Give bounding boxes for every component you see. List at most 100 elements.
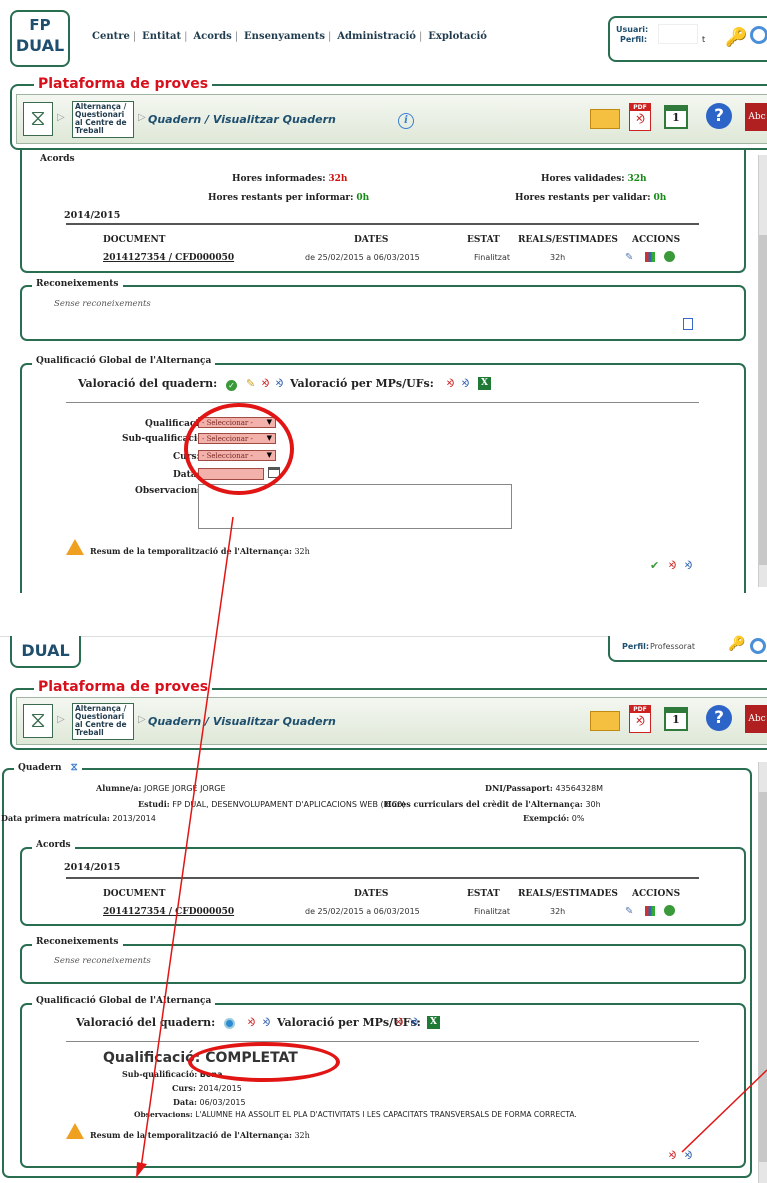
pdf-blue-icon[interactable]: ⨵	[684, 1148, 692, 1163]
fp-dual-logo[interactable]: FP DUAL	[10, 10, 70, 67]
key-icon[interactable]: 🔑	[725, 27, 747, 48]
top-menu: Centre | Entitat | Acords | Ensenyaments | A…	[92, 31, 487, 42]
menu-acords[interactable]: Acords	[193, 31, 231, 42]
curs-value: 2014/2015	[198, 1084, 242, 1093]
validate-check-icon[interactable]: ✔	[650, 559, 659, 572]
qualificacio-legend: Qualificació Global de l'Alternança	[32, 996, 216, 1006]
qualificacio-label: Qualificació:	[103, 1050, 201, 1066]
chevron-right-icon: ▷	[57, 714, 65, 725]
pdf-small-icon[interactable]: ⨵	[261, 376, 269, 391]
hores-validades-label: Hores validades:	[541, 174, 625, 184]
hours-remaining-inform: Hores restants per informar: 0h	[208, 193, 369, 203]
check-circle-icon[interactable]: ✓	[226, 380, 237, 391]
pdf-small-icon[interactable]: ⨵	[395, 1015, 403, 1030]
key-icon[interactable]: 🔑	[728, 636, 745, 652]
divider	[66, 402, 699, 403]
info-icon[interactable]: i	[398, 113, 414, 129]
document-link[interactable]: 2014127354 / CFD000050	[103, 907, 234, 917]
books-icon[interactable]	[645, 252, 655, 262]
col-accions: ACCIONS	[632, 889, 681, 899]
alumne-row: Alumne/a: JORGE JORGE JORGE	[96, 783, 226, 793]
curs-row: Curs: 2014/2015	[172, 1083, 242, 1093]
pdf-small-icon[interactable]: ⨵	[668, 558, 676, 573]
observacions-label: Observacions:	[134, 1110, 193, 1119]
col-estat: ESTAT	[467, 235, 500, 245]
hourglass-icon[interactable]: ⧖	[23, 704, 53, 738]
pencil-icon[interactable]: ✎	[246, 377, 255, 390]
pdf-small-icon[interactable]: ⨵	[247, 1015, 255, 1030]
pdf-blue-icon[interactable]: ⨵	[275, 376, 283, 391]
pdf-small-icon[interactable]: ⨵	[668, 1148, 676, 1163]
spellcheck-icon[interactable]: Abc	[745, 103, 767, 131]
data-matricula-row: Data primera matrícula: 2013/2014	[1, 813, 156, 823]
menu-ensenyaments[interactable]: Ensenyaments	[244, 31, 325, 42]
breadcrumb-box[interactable]: Alternança / Questionari al Centre de Tr…	[72, 703, 134, 740]
alumne-label: Alumne/a:	[96, 783, 142, 793]
perfil-label: Perfil:	[622, 642, 650, 651]
new-document-icon[interactable]	[683, 318, 693, 330]
spellcheck-icon[interactable]: Abc	[745, 705, 767, 733]
usuari-label: Usuari:	[616, 25, 649, 34]
scrollbar[interactable]	[758, 155, 767, 587]
power-icon[interactable]	[750, 26, 767, 44]
menu-entitat[interactable]: Entitat	[142, 31, 181, 42]
pdf-icon[interactable]: PDF ⨵	[629, 103, 651, 131]
reconeixements-legend: Reconeixements	[32, 279, 123, 289]
user-box: Usuari: Perfil: t 🔑	[608, 16, 767, 62]
resum-temporalitzacio: Resum de la temporalització de l'Alterna…	[90, 546, 310, 556]
fp-dual-logo[interactable]: DUAL	[10, 636, 81, 668]
sense-reconeixements: Sense reconeixements	[54, 299, 151, 309]
year-label: 2014/2015	[64, 862, 121, 873]
pdf-blue-icon[interactable]: ⨵	[410, 1015, 418, 1030]
divider	[66, 223, 699, 225]
page-title: Quadern / Visualitzar Quadern	[148, 113, 336, 126]
calendar-icon[interactable]: 1	[664, 707, 688, 731]
hourglass-small-icon[interactable]: ⧖	[71, 762, 78, 773]
platform-title: Plataforma de proves	[34, 679, 213, 695]
valoracio-mps-label: Valoració per MPs/UFs:	[290, 377, 434, 390]
warning-icon	[66, 539, 84, 555]
power-icon[interactable]	[750, 638, 766, 654]
chevron-right-icon: ▷	[138, 714, 146, 725]
menu-explotacio[interactable]: Explotació	[428, 31, 487, 42]
help-icon[interactable]: ?	[706, 103, 732, 129]
excel-icon[interactable]: X	[478, 377, 491, 390]
calendar-icon[interactable]: 1	[664, 105, 688, 129]
hores-validades-value: 32h	[627, 174, 647, 184]
mail-icon[interactable]	[590, 711, 620, 731]
document-link[interactable]: 2014127354 / CFD000050	[103, 253, 234, 263]
reconeixements-section	[20, 285, 746, 341]
menu-administracio[interactable]: Administració	[337, 31, 416, 42]
pdf-small-icon[interactable]: ⨵	[446, 376, 454, 391]
pdf-blue-icon[interactable]: ⨵	[461, 376, 469, 391]
toolbar: ⧖ ▷ Alternança / Questionari al Centre d…	[16, 697, 767, 745]
pdf-blue-icon[interactable]: ⨵	[262, 1015, 270, 1030]
scrollbar[interactable]	[758, 762, 767, 1183]
books-icon[interactable]	[645, 906, 655, 916]
edit-icon[interactable]: ✎	[625, 252, 633, 263]
hourglass-icon[interactable]: ⧖	[23, 102, 53, 136]
col-dates: DATES	[354, 235, 389, 245]
help-icon[interactable]: ?	[706, 705, 732, 731]
valoracio-quadern: Valoració del quadern:	[78, 377, 217, 390]
chevron-right-icon: ▷	[138, 112, 146, 123]
toolbar: ⧖ ▷ Alternança / Questionari al Centre d…	[16, 94, 767, 144]
user-value: t	[702, 35, 706, 44]
view-icon[interactable]	[224, 1018, 235, 1029]
pdf-icon[interactable]: PDF ⨵	[629, 705, 651, 733]
divider	[66, 877, 699, 879]
reconeixements-legend: Reconeixements	[32, 937, 123, 947]
award-icon[interactable]	[664, 251, 675, 262]
hours-remaining-validate: Hores restants per validar: 0h	[515, 193, 666, 203]
breadcrumb-box[interactable]: Alternança / Questionari al Centre de Tr…	[72, 101, 134, 138]
hours-informed: Hores informades: 32h	[232, 174, 347, 184]
edit-icon[interactable]: ✎	[625, 906, 633, 917]
award-icon[interactable]	[664, 905, 675, 916]
mail-icon[interactable]	[590, 109, 620, 129]
restants-validar-value: 0h	[653, 193, 667, 203]
page-title: Quadern / Visualitzar Quadern	[148, 715, 336, 728]
pdf-blue-icon[interactable]: ⨵	[684, 558, 692, 573]
exempcio-value: 0%	[571, 814, 585, 823]
menu-centre[interactable]: Centre	[92, 31, 130, 42]
excel-icon[interactable]: X	[427, 1016, 440, 1029]
